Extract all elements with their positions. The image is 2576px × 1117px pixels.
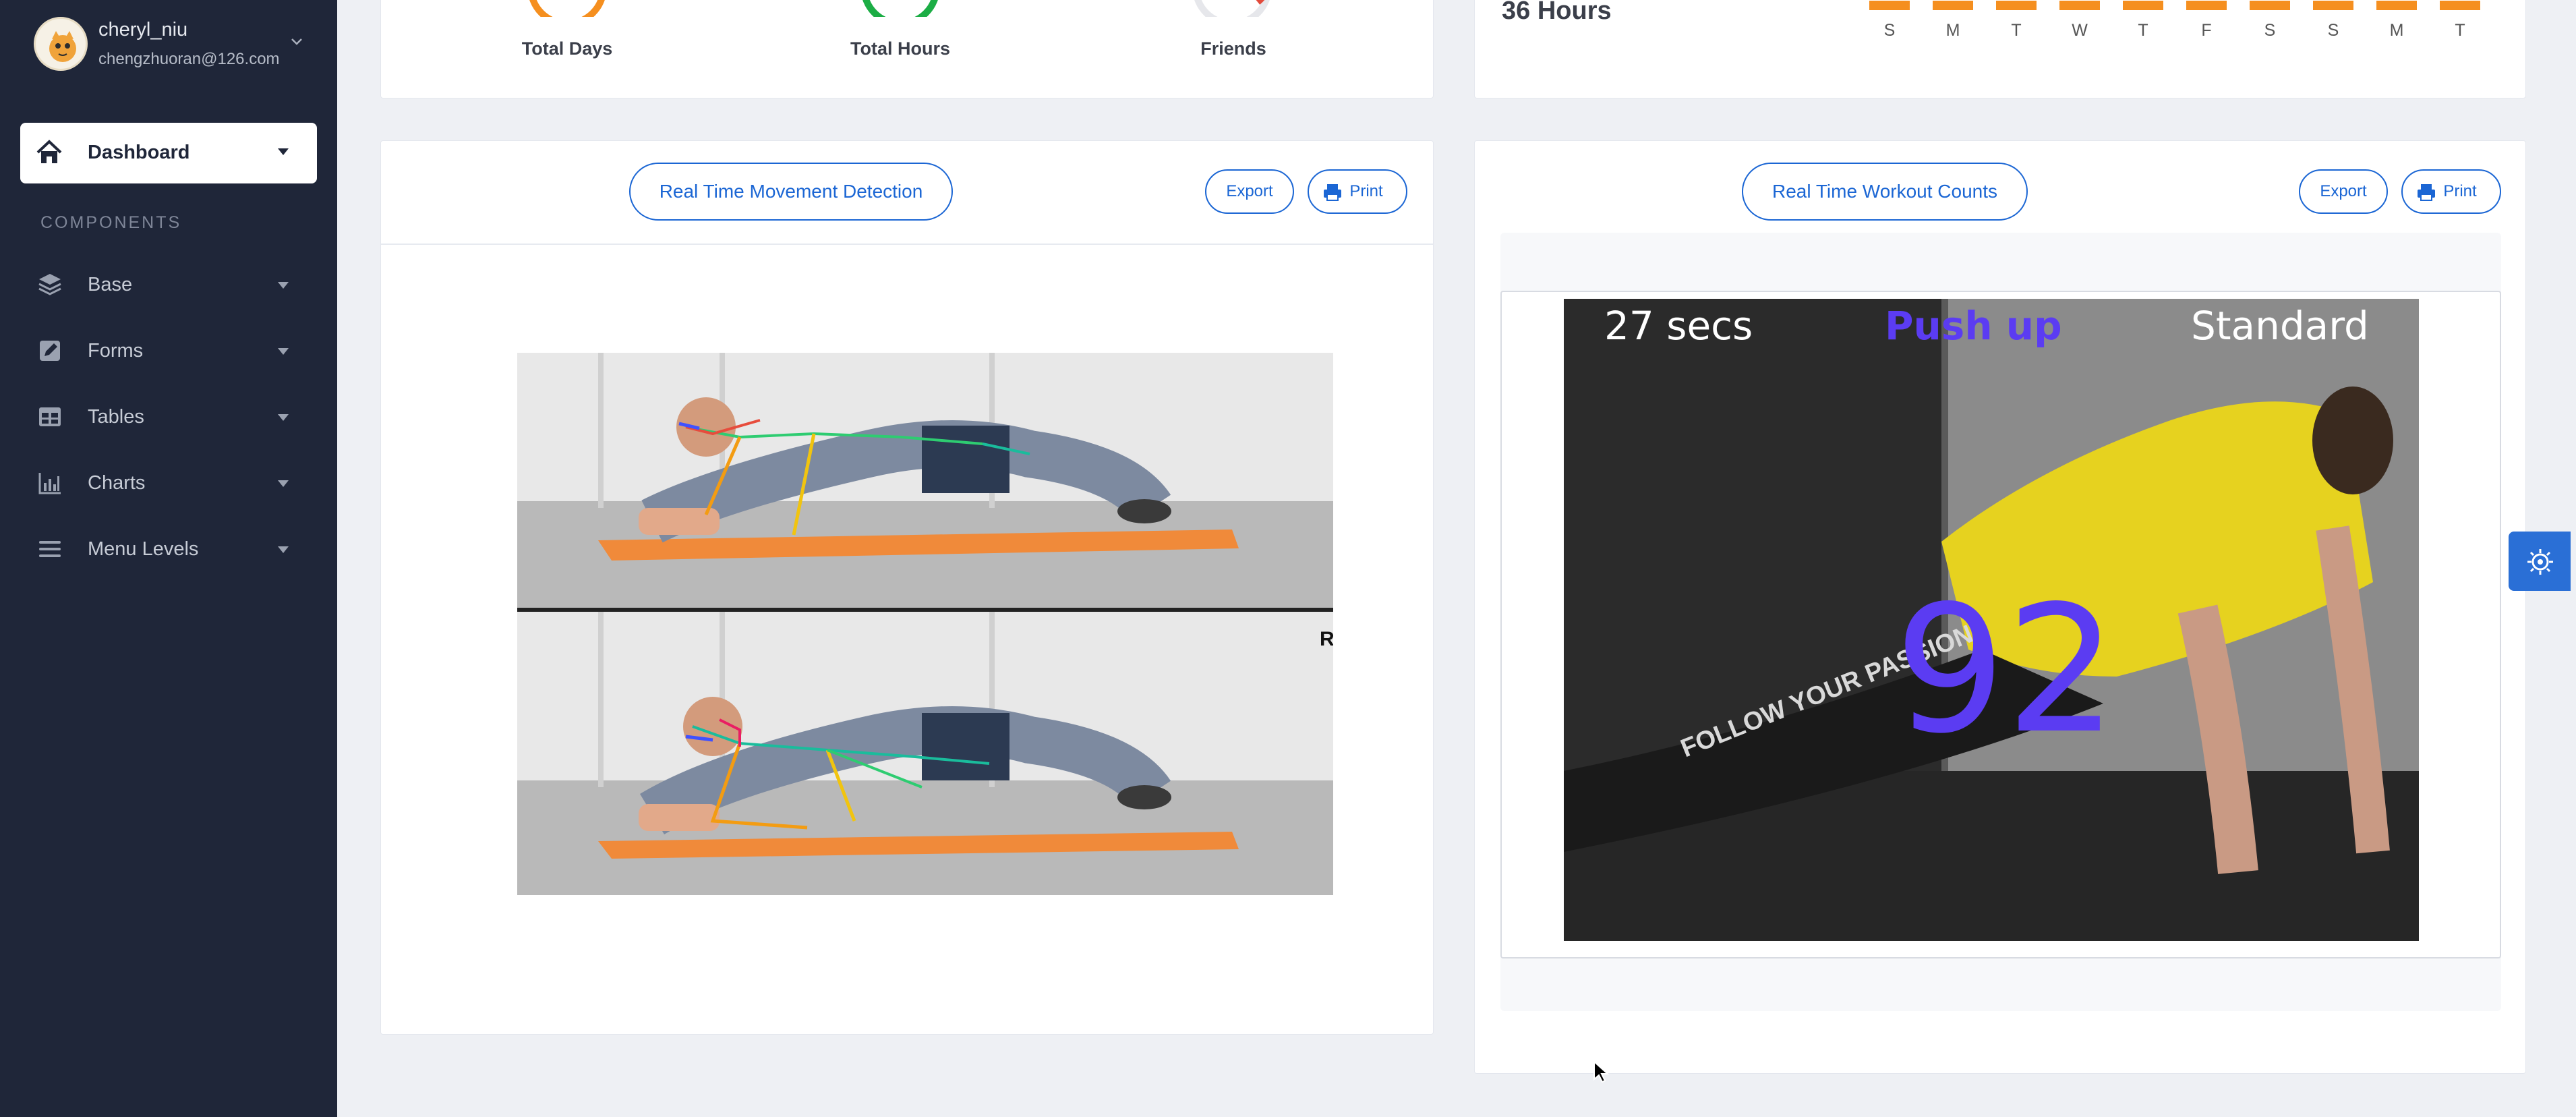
sidebar-item-dashboard[interactable]: Dashboard xyxy=(20,123,317,183)
total-days-label: Total Days xyxy=(521,38,613,59)
weekly-bar xyxy=(2059,1,2100,10)
print-button[interactable]: Print xyxy=(1308,169,1407,214)
weekly-bar xyxy=(2440,1,2480,10)
weekday-label: S xyxy=(2327,21,2339,40)
timer-overlay: 27 secs xyxy=(1604,303,1753,349)
weekly-bar xyxy=(1996,1,2037,10)
chevron-down-icon[interactable] xyxy=(289,34,304,49)
weekly-bar xyxy=(2376,1,2417,10)
sidebar-item-label: Dashboard xyxy=(88,142,190,163)
sidebar-item-forms[interactable]: Forms xyxy=(20,324,317,378)
settings-toggle-button[interactable] xyxy=(2509,532,2571,591)
stats-card: Total Days Total Hours Friends xyxy=(380,0,1434,98)
plank-detection-image-bottom: R xyxy=(517,612,1333,895)
caret-down-icon xyxy=(278,282,289,289)
total-hours-ring xyxy=(862,0,938,17)
caret-down-icon xyxy=(278,546,289,553)
weekday-label: W xyxy=(2072,21,2088,40)
weekday-label: S xyxy=(2264,21,2276,40)
avatar xyxy=(34,17,88,71)
movement-detection-card: Real Time Movement Detection Export Prin… xyxy=(380,140,1434,1035)
weekly-bar xyxy=(2123,1,2163,10)
sidebar-item-charts[interactable]: Charts xyxy=(20,456,317,510)
weekday-label: S xyxy=(1883,21,1896,40)
exercise-overlay: Push up xyxy=(1885,303,2062,349)
friends-ring xyxy=(1194,0,1270,17)
side-marker: R xyxy=(1320,628,1333,650)
home-icon xyxy=(36,140,62,163)
user-profile[interactable]: cheryl_niu chengzhuoran@126.com xyxy=(30,15,313,76)
weekday-label: T xyxy=(2138,21,2148,40)
user-name: cheryl_niu xyxy=(98,19,188,40)
sidebar-item-tables[interactable]: Tables xyxy=(20,390,317,444)
menu-icon xyxy=(39,541,61,557)
sidebar-item-label: Forms xyxy=(88,340,144,362)
weekday-label: T xyxy=(2455,21,2465,40)
print-button[interactable]: Print xyxy=(2401,169,2501,214)
video-panel: FOLLOW YOUR PASSION 27 secs Push up Stan… xyxy=(1500,233,2501,1011)
weekday-label: F xyxy=(2201,21,2212,40)
weekly-bar xyxy=(1933,1,1973,10)
rep-count-overlay: 92 xyxy=(1894,569,2117,772)
caret-down-icon xyxy=(278,414,289,421)
caret-down-icon xyxy=(278,480,289,487)
print-label: Print xyxy=(2443,182,2477,200)
video-frame: FOLLOW YOUR PASSION 27 secs Push up Stan… xyxy=(1500,291,2501,958)
sidebar-section-title: COMPONENTS xyxy=(40,213,182,232)
layers-icon xyxy=(38,274,61,295)
bar-chart-icon xyxy=(38,473,61,494)
printer-icon xyxy=(2418,184,2435,201)
gear-icon xyxy=(2527,549,2553,575)
friends-label: Friends xyxy=(1200,38,1266,59)
weekly-hours-value: 36 Hours xyxy=(1502,0,1612,25)
total-hours-label: Total Hours xyxy=(850,38,950,59)
sidebar-item-label: Charts xyxy=(88,472,146,494)
edit-icon xyxy=(40,341,60,361)
weekly-hours-card: 36 Hours S M T W T F S S M T xyxy=(1474,0,2526,98)
caret-down-icon xyxy=(278,148,289,155)
weekly-bar xyxy=(1869,1,1910,10)
weekly-bar xyxy=(2186,1,2227,10)
table-icon xyxy=(39,407,61,426)
weekday-label: T xyxy=(2011,21,2022,40)
sidebar-item-base[interactable]: Base xyxy=(20,258,317,312)
plank-detection-image-top xyxy=(517,353,1333,608)
sidebar-item-label: Base xyxy=(88,274,133,295)
weekday-label: M xyxy=(2389,21,2404,40)
workout-video-feed: FOLLOW YOUR PASSION 27 secs Push up Stan… xyxy=(1564,299,2419,941)
sidebar-item-menu-levels[interactable]: Menu Levels xyxy=(20,522,317,576)
weekly-bar xyxy=(2313,1,2353,10)
user-email: chengzhuoran@126.com xyxy=(98,50,280,68)
sidebar-item-label: Menu Levels xyxy=(88,538,199,560)
total-days-ring xyxy=(529,0,605,17)
workout-title-button[interactable]: Real Time Workout Counts xyxy=(1742,163,2028,221)
printer-icon xyxy=(1324,184,1341,201)
weekday-label: M xyxy=(1945,21,1960,40)
workout-counts-card: Real Time Workout Counts Export Print FO… xyxy=(1474,140,2526,1074)
card-divider xyxy=(381,244,1433,245)
export-button[interactable]: Export xyxy=(2299,169,2388,214)
export-button[interactable]: Export xyxy=(1205,169,1294,214)
sidebar: cheryl_niu chengzhuoran@126.com Dashboar… xyxy=(0,0,337,1117)
quality-overlay: Standard xyxy=(2191,303,2369,349)
movement-title-button[interactable]: Real Time Movement Detection xyxy=(629,163,953,221)
caret-down-icon xyxy=(278,348,289,355)
sidebar-item-label: Tables xyxy=(88,406,144,428)
mouse-cursor-icon xyxy=(1593,1060,1609,1083)
weekly-bar xyxy=(2250,1,2290,10)
print-label: Print xyxy=(1349,182,1383,200)
